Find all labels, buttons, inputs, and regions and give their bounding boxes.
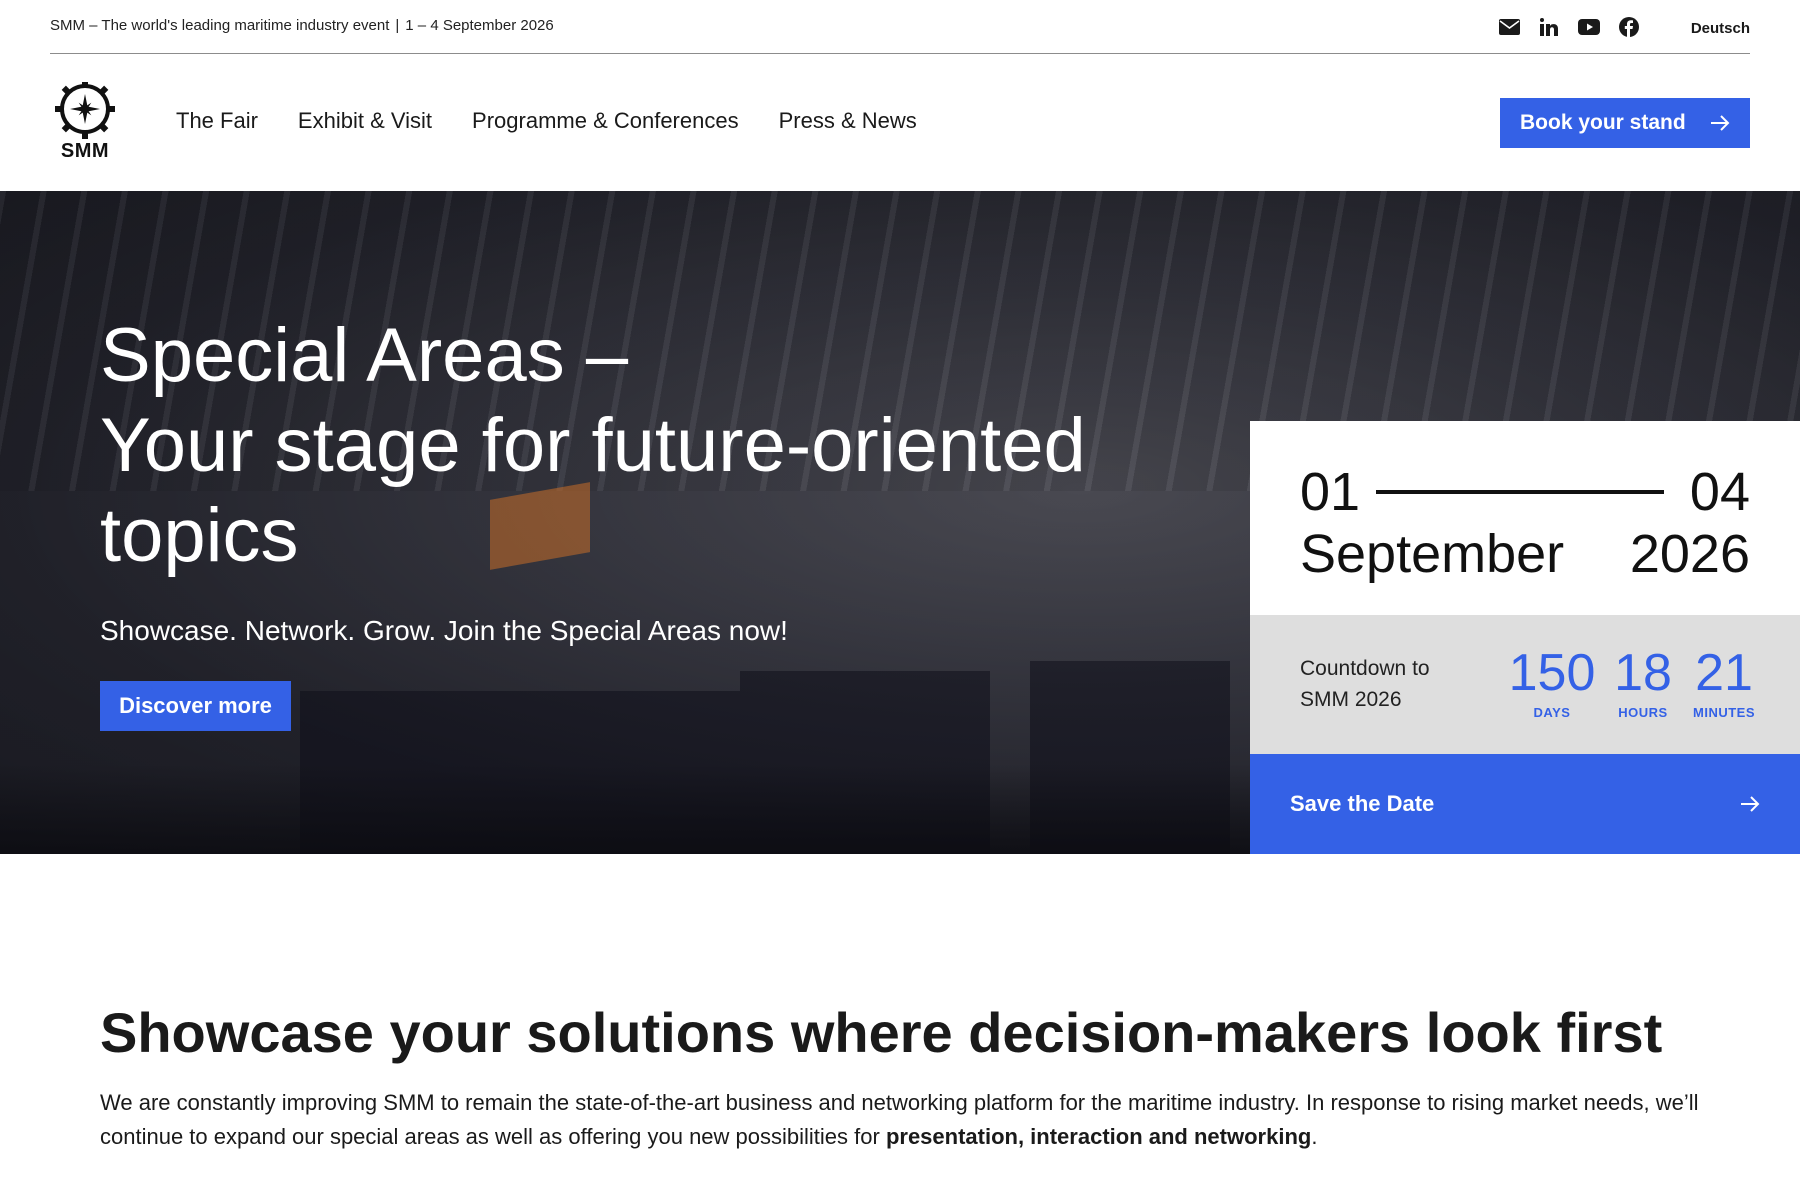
smm-logo[interactable]: SMM (50, 79, 120, 162)
mail-icon[interactable] (1498, 16, 1520, 38)
event-year: 2026 (1629, 524, 1750, 584)
arrow-right-icon (1711, 115, 1730, 131)
event-tagline: SMM – The world's leading maritime indus… (50, 17, 554, 34)
nav-item-press-news[interactable]: Press & News (779, 108, 917, 134)
hero-title-line: Special Areas – (100, 313, 629, 398)
linkedin-icon[interactable] (1538, 16, 1560, 38)
end-day: 04 (1689, 462, 1750, 522)
minutes-value: 21 (1695, 644, 1753, 702)
hours-label: HOURS (1618, 705, 1668, 720)
discover-more-button[interactable]: Discover more (100, 681, 291, 731)
top-bar: SMM – The world's leading maritime indus… (50, 0, 1750, 54)
minutes-label: MINUTES (1693, 705, 1755, 720)
hero-subtitle: Showcase. Network. Grow. Join the Specia… (100, 615, 788, 646)
tagline-main: SMM – The world's leading maritime indus… (50, 17, 390, 34)
language-switch[interactable]: Deutsch (1691, 20, 1750, 37)
countdown-minutes: 21 MINUTES (1684, 645, 1764, 720)
main-header: SMM The Fair Exhibit & Visit Programme &… (50, 54, 1750, 191)
save-the-date-label: Save the Date (1290, 791, 1435, 816)
logo-text: SMM (60, 140, 110, 162)
countdown-hours: 18 HOURS (1608, 645, 1678, 720)
hero-title: Special Areas – Your stage for future-or… (100, 311, 1220, 581)
social-links (1498, 16, 1640, 38)
youtube-icon[interactable] (1578, 16, 1600, 38)
section-body-emphasis: presentation, interaction and networking (885, 1124, 1312, 1149)
main-nav: The Fair Exhibit & Visit Programme & Con… (176, 108, 917, 134)
arrow-right-icon (1741, 796, 1760, 812)
countdown-days: 150 DAYS (1504, 645, 1600, 720)
save-the-date-button[interactable]: Save the Date (1250, 754, 1800, 854)
event-month: September (1300, 524, 1565, 584)
countdown-label: Countdown to SMM 2026 (1300, 657, 1430, 711)
nav-item-the-fair[interactable]: The Fair (176, 108, 258, 134)
section-body-end: . (1311, 1124, 1318, 1149)
facebook-icon[interactable] (1618, 16, 1640, 38)
countdown: Countdown to SMM 2026 150 DAYS 18 HOURS … (1250, 615, 1800, 754)
tagline-dates: 1 – 4 September 2026 (405, 17, 554, 34)
section-heading: Showcase your solutions where decision-m… (100, 1001, 1663, 1064)
hero-background-crowd (0, 764, 1250, 854)
section-body: We are constantly improving SMM to remai… (100, 1086, 1700, 1154)
tagline-separator: | (395, 17, 400, 34)
days-label: DAYS (1533, 705, 1571, 720)
hero-title-line: Your stage for future-oriented (100, 403, 1086, 488)
event-date-card: 01 04 September 2026 Countdown to SMM 20… (1250, 421, 1800, 854)
start-day: 01 (1300, 462, 1361, 522)
hours-value: 18 (1614, 644, 1672, 702)
book-stand-label: Book your stand (1520, 111, 1686, 134)
nav-item-exhibit-visit[interactable]: Exhibit & Visit (298, 108, 432, 134)
date-range-line (1376, 490, 1664, 494)
nav-item-programme-conferences[interactable]: Programme & Conferences (472, 108, 739, 134)
days-value: 150 (1508, 644, 1596, 702)
book-stand-button[interactable]: Book your stand (1500, 98, 1750, 148)
compass-icon (55, 79, 115, 139)
hero-title-line: topics (100, 493, 299, 578)
event-dates: 01 04 September 2026 (1250, 421, 1800, 615)
